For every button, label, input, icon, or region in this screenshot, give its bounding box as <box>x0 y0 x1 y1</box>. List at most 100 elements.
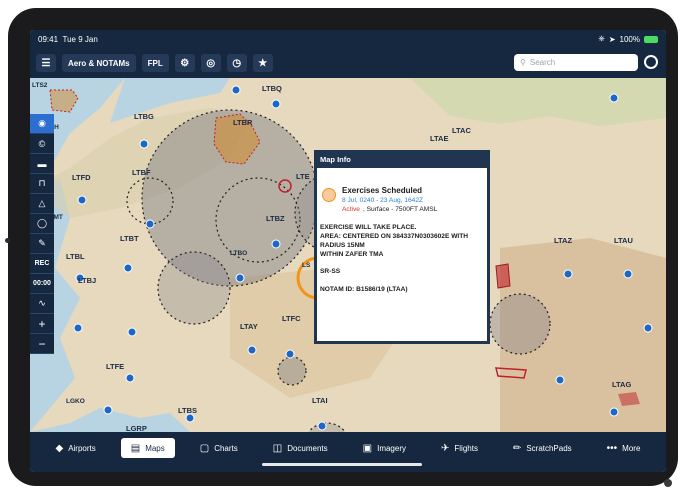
plane-icon: ✈ <box>440 442 450 454</box>
popup-heading: Exercises Scheduled <box>342 186 423 195</box>
popup-dates: 8 Jul, 0240 - 23 Aug, 1642Z <box>342 197 424 204</box>
globe-icon[interactable]: ◎ <box>200 54 221 72</box>
popup-status-rest: , Surface - 7500FT AMSL <box>363 206 438 213</box>
tab-imagery[interactable]: ▣ Imagery <box>353 438 416 458</box>
location-target-icon[interactable]: ◉ <box>30 114 54 134</box>
documents-icon: ◫ <box>272 442 283 454</box>
fpl-button[interactable]: FPL <box>141 54 169 72</box>
popup-notam-id: NOTAM ID: B1586/19 (LTAA) <box>320 286 408 293</box>
tab-label: Imagery <box>377 443 406 453</box>
zoom-out-icon[interactable]: − <box>30 334 54 354</box>
fpl-label: FPL <box>147 58 163 68</box>
popup-body-line-1: EXERCISE WILL TAKE PLACE. <box>320 224 417 231</box>
home-indicator[interactable] <box>262 463 422 466</box>
airport-label-ltfd[interactable]: LTFD <box>72 173 91 182</box>
popup-body-line-3: RADIUS 15NM <box>320 242 365 249</box>
airport-label-ltag[interactable]: LTAG <box>612 380 631 389</box>
record-timer: 00:00 <box>30 274 54 294</box>
tab-more[interactable]: ••• More <box>597 438 651 458</box>
layers-label: Aero & NOTAMs <box>68 58 130 68</box>
airport-label-ltay[interactable]: LTAY <box>240 322 258 331</box>
airport-label-ltbf[interactable]: LTBF <box>132 168 151 177</box>
popup-title: Map Info <box>316 153 355 166</box>
airport-label-ltbq[interactable]: LTBQ <box>262 84 282 93</box>
pencil-icon: ✏ <box>512 442 522 454</box>
tab-label: Charts <box>214 443 238 453</box>
map-icon: ▤ <box>130 442 141 454</box>
tab-airports[interactable]: ◆ Airports <box>45 438 105 458</box>
tab-label: Documents <box>287 443 328 453</box>
terrain-icon[interactable]: △ <box>30 194 54 214</box>
popup-body-line-4: WITHIN ZAFER TMA <box>320 251 384 258</box>
tab-label: Airports <box>68 443 96 453</box>
status-time: 09:41 <box>38 34 59 44</box>
tab-scratchpads[interactable]: ✏ ScratchPads <box>503 438 582 458</box>
airport-label-ltbl[interactable]: LTBL <box>66 252 85 261</box>
airport-label-lgko[interactable]: LGKO <box>66 398 85 405</box>
record-button[interactable]: REC <box>30 254 54 274</box>
airport-label-ltau[interactable]: LTAU <box>614 236 633 245</box>
map-tools-sidebar: ◉ © ▬ ⊓ △ ◯ ✎ REC 00:00 ∿ + − <box>30 114 54 354</box>
more-icon: ••• <box>606 442 618 454</box>
popup-body-line-5: SR-SS <box>320 268 341 275</box>
battery-percent: 100% <box>619 34 640 44</box>
airport-label-ltbo[interactable]: LTBO <box>230 250 247 257</box>
search-icon: ⚲ <box>520 58 526 67</box>
layers-button[interactable]: Aero & NOTAMs <box>62 54 136 72</box>
airport-label-ltbz[interactable]: LTBZ <box>266 214 285 223</box>
search-input[interactable]: ⚲ Search <box>514 54 638 71</box>
airport-label-ltbg[interactable]: LTBG <box>134 112 154 121</box>
ipad-frame: 09:41 Tue 9 Jan ⎈ ➤ 100% ☰ Aero & NOTAMs F… <box>8 8 678 486</box>
settings-gear-icon[interactable]: ⚙ <box>174 54 195 72</box>
imagery-icon: ▣ <box>362 442 373 454</box>
wifi-icon: ⎈ <box>598 34 605 43</box>
airport-label-lgrp[interactable]: LGRP <box>126 424 147 432</box>
sync-icon[interactable] <box>644 55 658 69</box>
track-path-icon[interactable]: ∿ <box>30 294 54 314</box>
airport-label-ltac[interactable]: LTAC <box>452 126 471 135</box>
tab-label: ScratchPads <box>526 443 572 453</box>
battery-icon <box>644 35 658 43</box>
airport-label-ltbt[interactable]: LTBT <box>120 234 139 243</box>
route-line-icon[interactable]: ▬ <box>30 154 54 174</box>
airport-label-ls[interactable]: LS <box>302 262 310 269</box>
airport-icon: ◆ <box>55 442 64 454</box>
tab-documents[interactable]: ◫ Documents <box>263 438 338 458</box>
tab-maps[interactable]: ▤ Maps <box>120 438 175 458</box>
airport-label-ltai[interactable]: LTAI <box>312 396 328 405</box>
tab-label: Maps <box>145 443 165 453</box>
popup-body-line-2: AREA: CENTERED ON 384337N0303602E WITH <box>320 233 469 240</box>
airport-label-ltaz[interactable]: LTAZ <box>554 236 572 245</box>
ruler-pencil-icon[interactable]: ✎ <box>30 234 54 254</box>
exercise-area-icon <box>322 188 336 202</box>
tab-label: Flights <box>454 443 478 453</box>
airport-label-ltbr[interactable]: LTBR <box>233 118 252 127</box>
airport-label-lts2[interactable]: LTS2 <box>32 82 47 89</box>
airport-label-ltbs[interactable]: LTBS <box>178 406 197 415</box>
status-date: Tue 9 Jan <box>62 34 98 44</box>
tab-flights[interactable]: ✈ Flights <box>431 438 488 458</box>
copyright-icon[interactable]: © <box>30 134 54 154</box>
camera-dot <box>5 238 10 243</box>
status-bar: 09:41 Tue 9 Jan ⎈ ➤ 100% <box>30 30 666 48</box>
tab-charts[interactable]: ▢ Charts <box>190 438 248 458</box>
airport-label-ltfe[interactable]: LTFE <box>106 362 124 371</box>
gauge-icon[interactable]: ◷ <box>226 54 247 72</box>
zoom-in-icon[interactable]: + <box>30 314 54 334</box>
layers-icon[interactable]: ☰ <box>36 54 56 72</box>
pencil-tip <box>664 479 672 487</box>
chart-icon: ▢ <box>199 442 210 454</box>
tab-label: More <box>622 443 641 453</box>
shield-icon[interactable]: ◯ <box>30 214 54 234</box>
location-icon: ➤ <box>608 34 616 44</box>
popup-status-word: Active <box>342 206 360 213</box>
profile-step-icon[interactable]: ⊓ <box>30 174 54 194</box>
airport-label-lte[interactable]: LTE <box>296 172 310 181</box>
search-placeholder: Search <box>529 58 556 67</box>
airport-label-ltae[interactable]: LTAE <box>430 134 448 143</box>
airport-label-ltbj[interactable]: LTBJ <box>78 276 96 285</box>
bottom-tab-bar: ◆ Airports ▤ Maps ▢ Charts ◫ Documents ▣ Imag… <box>30 432 666 472</box>
screen: 09:41 Tue 9 Jan ⎈ ➤ 100% ☰ Aero & NOTAMs F… <box>30 30 666 472</box>
favorites-star-icon[interactable]: ★ <box>252 54 273 72</box>
airport-label-ltfc[interactable]: LTFC <box>282 314 301 323</box>
